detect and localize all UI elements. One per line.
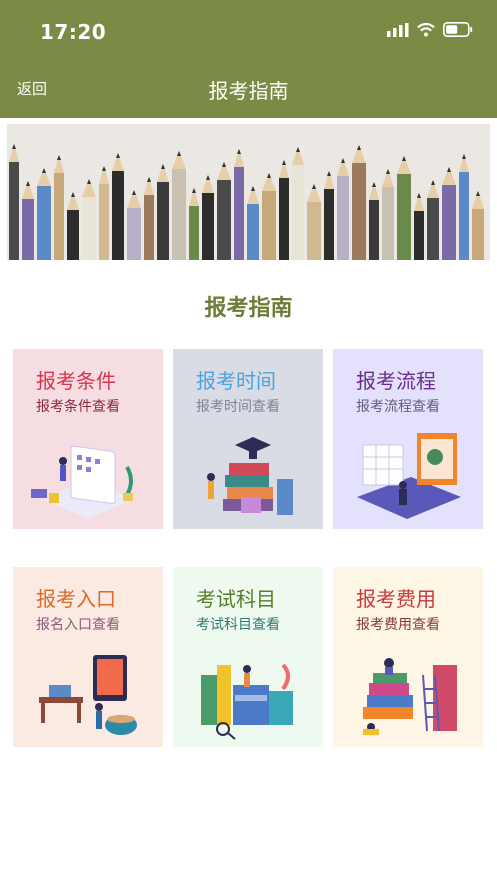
pencil-body	[144, 195, 154, 260]
pencil-body	[397, 174, 411, 260]
pencil-lead	[282, 160, 286, 165]
pencil-lead	[402, 156, 406, 161]
pencil-body	[337, 176, 349, 260]
card-subtitle: 报名入口查看	[36, 617, 120, 633]
pencil-body	[112, 171, 124, 260]
pencil-body	[427, 198, 439, 260]
pencil-body	[247, 204, 259, 260]
pencil-body	[67, 210, 79, 260]
pencil-lead	[251, 186, 255, 191]
pencil-body	[37, 186, 51, 260]
pencil-lead	[296, 147, 300, 152]
pencil-lead	[132, 190, 136, 195]
pencil-lead	[237, 149, 241, 154]
pencil-body	[22, 199, 34, 260]
pencil-body	[202, 193, 214, 260]
pencil-lead	[161, 164, 165, 169]
card-title: 报考入口	[36, 587, 116, 611]
books-ladder-illustration	[363, 658, 457, 735]
pencil-lead	[267, 173, 271, 178]
card-apply-conditions[interactable]: 报考条件 报考条件查看	[13, 349, 163, 529]
wifi-icon	[417, 22, 435, 36]
pencil-lead	[42, 168, 46, 173]
pencil-body	[217, 180, 231, 260]
signal-icon	[387, 22, 409, 37]
card-title: 报考条件	[36, 369, 116, 393]
banner-image	[7, 124, 490, 260]
pencil-body	[99, 184, 109, 260]
pencil-body	[382, 187, 394, 260]
pencil-body	[369, 200, 379, 260]
card-subtitle: 报考时间查看	[196, 399, 280, 415]
page-title: 报考指南	[208, 79, 289, 103]
pencil-lead	[57, 155, 61, 160]
pencil-body	[324, 189, 334, 260]
pencil-body	[262, 191, 276, 260]
pencil-lead	[222, 162, 226, 167]
pencil-body	[292, 165, 304, 260]
pencil-body	[279, 178, 289, 260]
pencil-body	[234, 167, 244, 260]
card-title: 报考时间	[196, 369, 276, 393]
pencil-body	[352, 163, 366, 260]
study-desk-illustration	[39, 655, 137, 735]
pencil-body	[472, 209, 484, 260]
pencil-lead	[87, 179, 91, 184]
pencil-body	[414, 211, 424, 260]
card-exam-subjects[interactable]: 考试科目 考试科目查看	[173, 567, 323, 747]
process-board-illustration	[357, 433, 461, 519]
pencil-lead	[372, 182, 376, 187]
card-apply-time[interactable]: 报考时间 报考时间查看	[173, 349, 323, 529]
battery-icon	[443, 22, 473, 37]
pencil-lead	[192, 188, 196, 193]
card-subtitle: 报考费用查看	[356, 617, 440, 633]
books-study-illustration	[201, 663, 293, 740]
pencil-body	[307, 202, 321, 260]
status-time: 17:20	[40, 20, 107, 44]
pencil-lead	[327, 171, 331, 176]
pencil-body	[172, 169, 186, 260]
card-title: 报考费用	[356, 587, 436, 611]
pencils-illustration	[9, 144, 484, 260]
pencil-lead	[357, 145, 361, 150]
status-icons	[387, 22, 473, 37]
pencil-body	[54, 173, 64, 260]
pencil-lead	[462, 154, 466, 159]
pencil-lead	[341, 158, 345, 163]
pencil-lead	[447, 167, 451, 172]
card-apply-fees[interactable]: 报考费用 报考费用查看	[333, 567, 483, 747]
pencil-lead	[26, 181, 30, 186]
pencil-body	[189, 206, 199, 260]
pencil-lead	[476, 191, 480, 196]
pencil-body	[442, 185, 456, 260]
pencil-lead	[386, 169, 390, 174]
pencil-lead	[71, 192, 75, 197]
top-bar: 17:20 返回 报考指南	[0, 0, 497, 118]
calendar-illustration	[31, 445, 133, 519]
card-apply-entrance[interactable]: 报考入口 报名入口查看	[13, 567, 163, 747]
pencil-lead	[206, 175, 210, 180]
pencil-lead	[177, 151, 181, 156]
pencil-body	[9, 162, 19, 260]
pencil-lead	[312, 184, 316, 189]
pencil-lead	[116, 153, 120, 158]
pencil-lead	[431, 180, 435, 185]
pencil-body	[82, 197, 96, 260]
pencil-body	[127, 208, 141, 260]
pencil-body	[459, 172, 469, 260]
section-title: 报考指南	[204, 296, 293, 321]
pencil-lead	[12, 144, 16, 149]
card-title: 考试科目	[196, 587, 276, 611]
card-apply-process[interactable]: 报考流程 报考流程查看	[333, 349, 483, 529]
card-subtitle: 报考流程查看	[356, 399, 440, 415]
card-subtitle: 考试科目查看	[196, 617, 280, 633]
pencil-body	[157, 182, 169, 260]
books-graduation-illustration	[207, 437, 293, 515]
card-subtitle: 报考条件查看	[36, 399, 120, 415]
pencil-lead	[417, 193, 421, 198]
pencil-lead	[102, 166, 106, 171]
card-title: 报考流程	[356, 369, 436, 393]
pencil-lead	[147, 177, 151, 182]
